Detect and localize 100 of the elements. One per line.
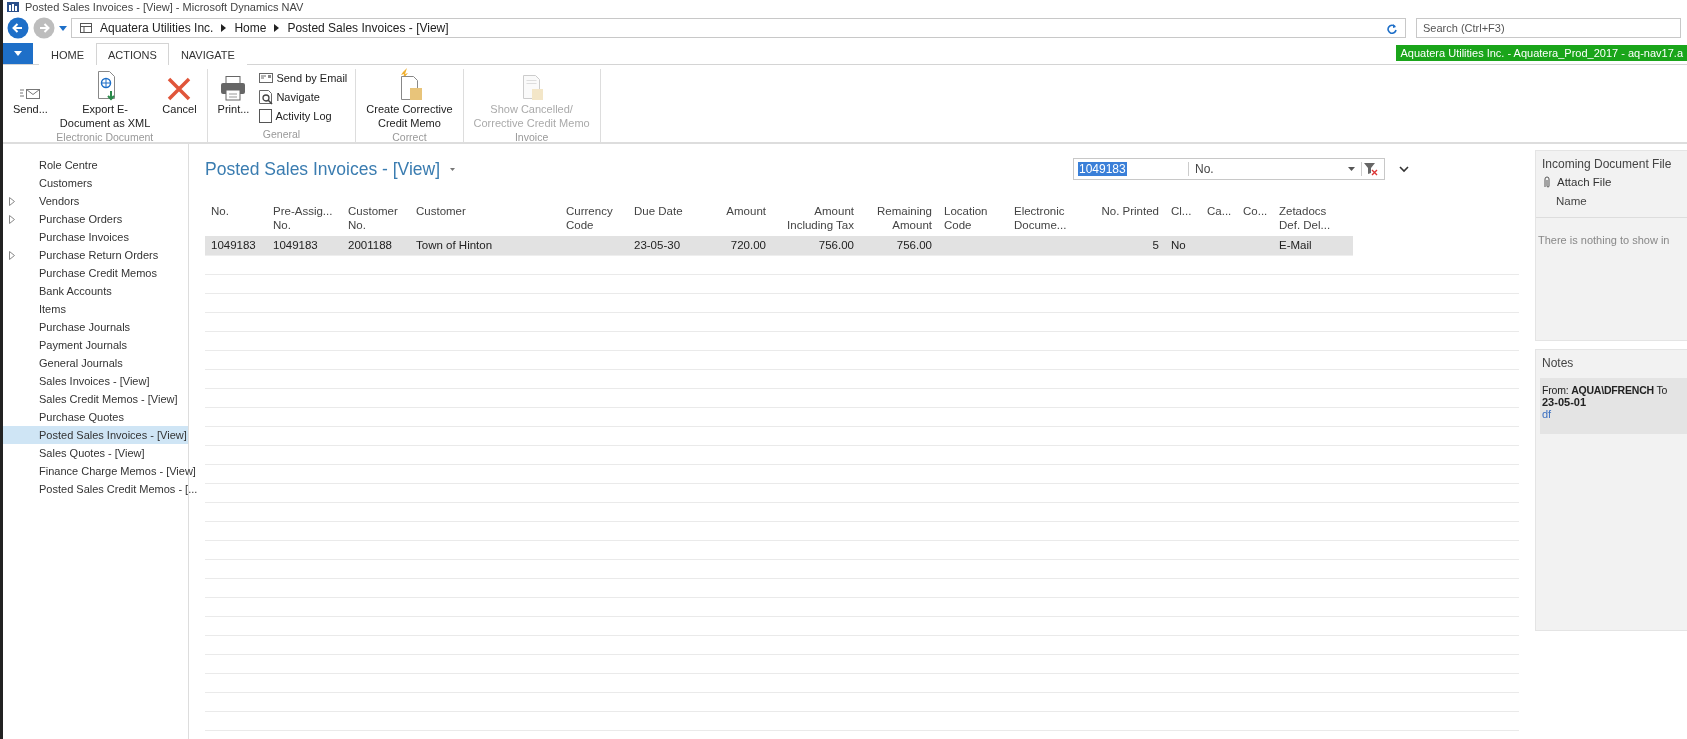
nav-item[interactable]: Sales Credit Memos - [View] [3, 390, 188, 408]
column-header[interactable]: Zetadocs Def. Del... [1273, 204, 1353, 236]
ribbon-action-button[interactable]: Print... [213, 69, 254, 126]
nav-item[interactable]: Finance Charge Memos - [View] [3, 462, 196, 480]
printer-icon [221, 76, 246, 101]
nav-item[interactable]: Purchase Orders [3, 210, 188, 228]
nav-item[interactable]: Purchase Journals [3, 318, 188, 336]
clear-filter-button[interactable] [1361, 162, 1380, 176]
table-cell: No [1171, 239, 1186, 251]
caret-icon [59, 25, 67, 31]
table-cell: 23-05-30 [634, 239, 681, 251]
caret-icon [450, 167, 456, 171]
column-header[interactable]: Location Code [938, 204, 1008, 236]
nav-item[interactable]: Posted Sales Invoices - [View] [3, 426, 188, 444]
ribbon-action-button[interactable]: Send... [9, 69, 52, 129]
window-title: Posted Sales Invoices - [View] - Microsoft Dynamics NAV [25, 1, 304, 13]
table-cell: E-Mail [1279, 239, 1312, 251]
note-text[interactable]: df [1542, 408, 1685, 420]
column-header[interactable]: Remaining Amount [860, 204, 938, 236]
refresh-icon [1386, 22, 1397, 34]
triangle-icon [274, 24, 280, 32]
envelope-icon [20, 87, 41, 101]
table-cell-text: 756.00 [818, 238, 854, 253]
nav-item[interactable]: Items [3, 300, 188, 318]
nav-item[interactable]: Role Centre [3, 156, 188, 174]
table-cell: 2001188 [348, 239, 392, 251]
address-bar[interactable]: Aquatera Utilities Inc. Home Posted Sales Invoices - [View] [71, 18, 1406, 38]
ribbon-action-button[interactable]: Export E- Document as XML [55, 69, 155, 129]
column-header[interactable]: Amount Including Tax [772, 204, 860, 236]
column-header[interactable]: Ca... [1201, 204, 1237, 236]
breadcrumb-link[interactable]: Aquatera Utilities Inc. [100, 21, 214, 35]
app-menu-button[interactable] [3, 43, 33, 64]
nav-item[interactable]: Bank Accounts [3, 282, 188, 300]
column-header[interactable]: Amount [700, 204, 772, 236]
column-header[interactable]: Cl... [1165, 204, 1201, 236]
column-header[interactable]: No. Printed [1090, 204, 1165, 236]
nav-item[interactable]: General Journals [3, 354, 188, 372]
caret-icon [1348, 167, 1355, 171]
filter-value: 1049183 [1078, 162, 1127, 176]
cross-icon [167, 77, 192, 101]
page-title: Posted Sales Invoices - [View] [205, 158, 441, 180]
nav-item[interactable]: Vendors [3, 192, 188, 210]
ribbon-group-label: Invoice [513, 130, 550, 145]
ribbon-action-button[interactable]: Navigate [257, 88, 350, 106]
filter-clear-icon [1364, 162, 1378, 176]
panel-title: Notes [1541, 355, 1575, 372]
triangle-icon [221, 24, 227, 32]
nav-item[interactable]: Sales Quotes - [View] [3, 444, 188, 462]
paperclip-icon [1542, 176, 1551, 188]
back-button[interactable] [7, 17, 29, 39]
ribbon-tab[interactable]: ACTIONS [96, 43, 169, 65]
filter-field[interactable]: 1049183 No. [1073, 158, 1385, 180]
attach-file-button[interactable]: Attach File [1536, 173, 1687, 191]
column-header[interactable]: Electronic Docume... [1008, 204, 1090, 236]
nav-item[interactable]: Purchase Credit Memos [3, 264, 188, 282]
nav-item[interactable]: Purchase Return Orders [3, 246, 188, 264]
table-row[interactable]: 1049183 1049183 2001188 Town of Hinton 23-05-30 720.00 756.00 756.00 5 No E-Mail [205, 236, 1353, 256]
column-header[interactable]: Co... [1237, 204, 1273, 236]
nav-item[interactable]: Purchase Invoices [3, 228, 188, 246]
nav-item[interactable]: Purchase Quotes [3, 408, 188, 426]
collapse-button[interactable] [1399, 165, 1409, 173]
ribbon-group-label: Correct [391, 130, 428, 145]
column-header[interactable]: Name [1536, 191, 1687, 218]
table-cell: 1049183 [211, 239, 256, 251]
ribbon-action-button[interactable]: Send by Email [257, 69, 350, 87]
table-cell: 1049183 [273, 239, 318, 251]
ribbon-group-label: Electronic Document [55, 130, 155, 145]
search-field[interactable]: Search (Ctrl+F3) [1416, 18, 1681, 38]
table-cell-text: 5 [1152, 238, 1159, 253]
company-banner: Aquatera Utilities Inc. - Aquatera_Prod_2017 - aq-nav17.a [1396, 45, 1687, 61]
column-header[interactable]: Customer [410, 204, 560, 236]
app-logo-icon [7, 1, 19, 13]
breadcrumb-link[interactable]: Posted Sales Invoices - [View] [287, 21, 449, 35]
ribbon-action-button[interactable]: Activity Log [257, 107, 350, 125]
table-cell-text: 720.00 [730, 238, 766, 253]
column-header[interactable]: Currency Code [560, 204, 628, 236]
history-dropdown[interactable] [59, 25, 67, 31]
empty-message: There is nothing to show in [1537, 233, 1671, 248]
table-cell: Town of Hinton [416, 239, 493, 251]
filter-field-dropdown[interactable]: No. [1195, 162, 1355, 176]
ribbon-action-button[interactable]: Create Corrective Credit Memo [362, 69, 457, 129]
caret-icon [14, 51, 22, 56]
column-header[interactable]: Due Date [628, 204, 700, 236]
email-icon [259, 72, 274, 84]
column-header[interactable]: No. [205, 204, 267, 236]
nav-item[interactable]: Posted Sales Credit Memos - [... [3, 480, 198, 498]
nav-item[interactable]: Payment Journals [3, 336, 188, 354]
breadcrumb-link[interactable]: Home [234, 21, 267, 35]
square-icon [259, 109, 273, 123]
column-header[interactable]: Pre-Assig... No. [267, 204, 342, 236]
panel-title: Incoming Document File [1541, 156, 1673, 173]
ribbon-action-button[interactable]: Cancel [158, 69, 201, 129]
document-magnifier-icon [259, 89, 274, 105]
grid-icon [80, 23, 92, 33]
column-header[interactable]: Customer No. [342, 204, 410, 236]
nav-item[interactable]: Customers [3, 174, 188, 192]
table-cell-text: 756.00 [896, 238, 932, 253]
nav-item[interactable]: Sales Invoices - [View] [3, 372, 188, 390]
chevron-down-icon [1399, 165, 1409, 173]
note-header: From: AQUA\DFRENCH To [1542, 384, 1669, 396]
